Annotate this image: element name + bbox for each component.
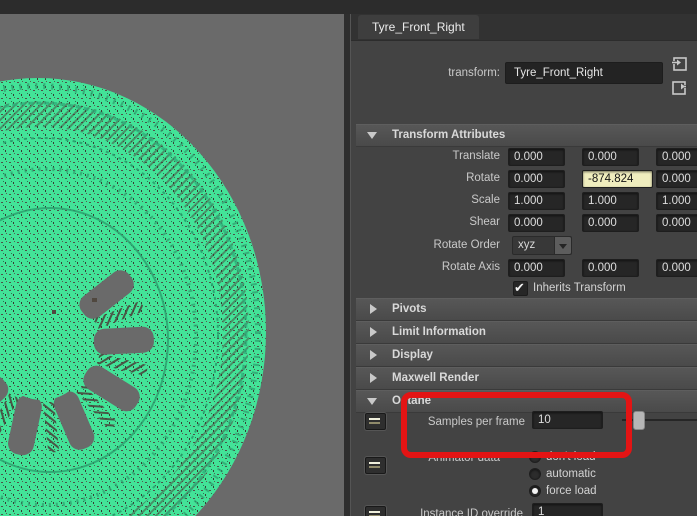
section-pivots[interactable]: Pivots [356,298,697,321]
show-input-connections-icon[interactable] [671,55,688,72]
radio-automatic-label: automatic [546,468,596,480]
instance-id-override-field[interactable]: 1 [532,503,603,516]
rotate-order-dropdown[interactable]: xyz [512,236,572,255]
translate-y-field[interactable]: 0.000 [582,148,639,166]
shear-label: Shear [469,216,500,228]
rotate-order-value: xyz [518,239,536,251]
chevron-right-icon [370,350,377,360]
inherits-transform-label: Inherits Transform [533,282,626,294]
rotate-x-field[interactable]: 0.000 [508,170,565,188]
scale-z-field[interactable]: 1.000 [656,192,697,210]
chevron-right-icon [370,327,377,337]
section-transform-attributes[interactable]: Transform Attributes [356,124,697,147]
chevron-down-icon [367,398,377,405]
translate-label: Translate [452,150,500,162]
section-title: Display [392,349,433,361]
rotate-axis-z-field[interactable]: 0.000 [656,259,697,277]
viewport[interactable] [0,0,344,516]
dropdown-arrow-icon[interactable] [554,237,571,254]
rotate-y-field-keyed[interactable]: -874.824 [582,170,653,188]
shear-y-field[interactable]: 0.000 [582,214,639,232]
rotate-label: Rotate [466,172,500,184]
rotate-order-label: Rotate Order [433,239,500,251]
radio-force-load-label: force load [546,485,597,497]
shear-z-field[interactable]: 0.000 [656,214,697,232]
tyre-wireframe-mesh [0,0,344,516]
section-title: Pivots [392,303,427,315]
section-maxwell-render[interactable]: Maxwell Render [356,367,697,390]
rotate-axis-y-field[interactable]: 0.000 [582,259,639,277]
translate-x-field[interactable]: 0.000 [508,148,565,166]
app-window: Tyre_Front_Right transform: Tyre_Front_R… [0,0,697,516]
section-title: Maxwell Render [392,372,479,384]
scale-y-field[interactable]: 1.000 [582,192,639,210]
show-output-connections-icon[interactable] [671,79,688,96]
radio-force-load[interactable] [529,485,541,497]
rotate-z-field[interactable]: 0.000 [656,170,697,188]
shear-x-field[interactable]: 0.000 [508,214,565,232]
viewport-top-strip [0,0,697,14]
chevron-down-icon [367,132,377,139]
samples-slider-handle[interactable] [633,411,645,430]
chevron-right-icon [370,304,377,314]
instance-id-override-label: Instance ID override [420,508,523,516]
annotation-highlight-rectangle [401,392,632,458]
tab-tyre-front-right[interactable]: Tyre_Front_Right [358,15,479,39]
transform-label: transform: [448,67,500,79]
chevron-right-icon [370,373,377,383]
rotate-axis-label: Rotate Axis [441,261,500,273]
panel-divider[interactable] [344,0,351,516]
transform-name-field[interactable]: Tyre_Front_Right [505,62,663,84]
rotate-axis-x-field[interactable]: 0.000 [508,259,565,277]
radio-automatic[interactable] [529,468,541,480]
section-title: Limit Information [392,326,486,338]
section-title: Transform Attributes [392,129,506,141]
scale-label: Scale [471,194,500,206]
section-display[interactable]: Display [356,344,697,367]
inherits-transform-checkbox[interactable] [513,280,528,296]
scale-x-field[interactable]: 1.000 [508,192,565,210]
translate-z-field[interactable]: 0.000 [656,148,697,166]
section-limit-information[interactable]: Limit Information [356,321,697,344]
